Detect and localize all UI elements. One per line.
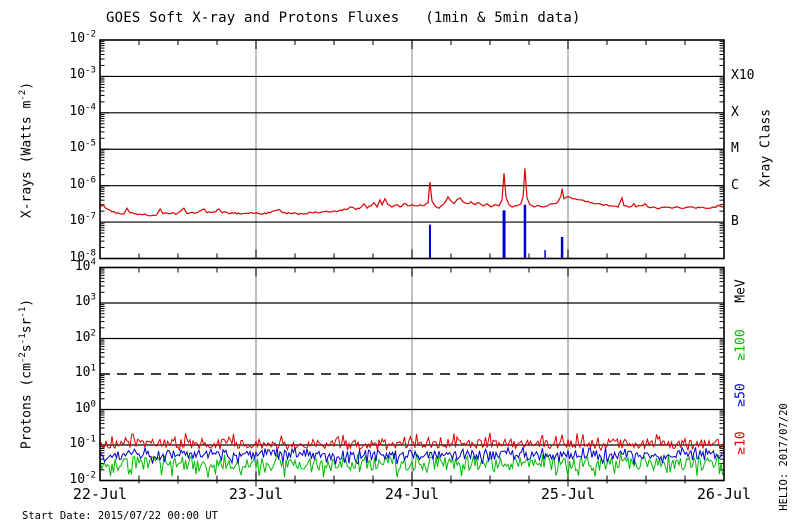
xray-class-label: X10 <box>731 68 755 84</box>
x-date-label: 23-Jul <box>228 485 284 503</box>
xray-class-axis-title: Xray Class <box>758 108 774 188</box>
proton-ytick-label: 103 <box>74 292 96 309</box>
helio-watermark: HELIO: 2017/07/20 <box>777 403 790 511</box>
xray-class-label: B <box>731 214 739 230</box>
proton-ytick-label: 101 <box>74 363 96 380</box>
xray-ytick-label: 10-3 <box>69 66 96 83</box>
xray-class-label: M <box>731 141 739 157</box>
xray-y-axis-title: X-rays (Watts m-2) <box>18 81 35 219</box>
proton-ytick-label: 102 <box>74 328 96 345</box>
x-date-label: 26-Jul <box>696 485 752 503</box>
start-date-note: Start Date: 2015/07/22 00:00 UT <box>22 510 218 522</box>
xray-class-label: X <box>731 104 739 120</box>
mev-axis-title: MeV <box>733 279 749 303</box>
proton-ytick-label: 10-2 <box>69 470 96 487</box>
xray-class-label: C <box>731 177 739 193</box>
proton-threshold-legend-protons-ge10MeV: ≥10 <box>733 431 749 455</box>
xray-ytick-label: 10-4 <box>69 102 96 119</box>
plot-canvas <box>99 39 725 487</box>
xray-ytick-label: 10-6 <box>69 175 96 192</box>
proton-ytick-label: 100 <box>74 399 96 416</box>
proton-ytick-label: 104 <box>74 257 96 274</box>
goes-flux-chart: GOES Soft X-ray and Protons Fluxes (1min… <box>0 0 800 530</box>
xray-ytick-label: 10-2 <box>69 29 96 46</box>
proton-threshold-legend-protons-ge100MeV: ≥100 <box>733 329 749 361</box>
proton-ytick-label: 10-1 <box>69 434 96 451</box>
xray-ytick-label: 10-5 <box>69 138 96 156</box>
x-date-label: 25-Jul <box>540 485 596 503</box>
xray-ytick-label: 10-7 <box>69 211 96 229</box>
x-date-label: 22-Jul <box>72 485 128 503</box>
chart-title: GOES Soft X-ray and Protons Fluxes (1min… <box>106 10 581 26</box>
proton-y-axis-title: Protons (cm-2s-1sr-1) <box>18 298 35 450</box>
proton-threshold-legend-protons-ge50MeV: ≥50 <box>733 383 749 407</box>
x-date-label: 24-Jul <box>384 485 440 503</box>
